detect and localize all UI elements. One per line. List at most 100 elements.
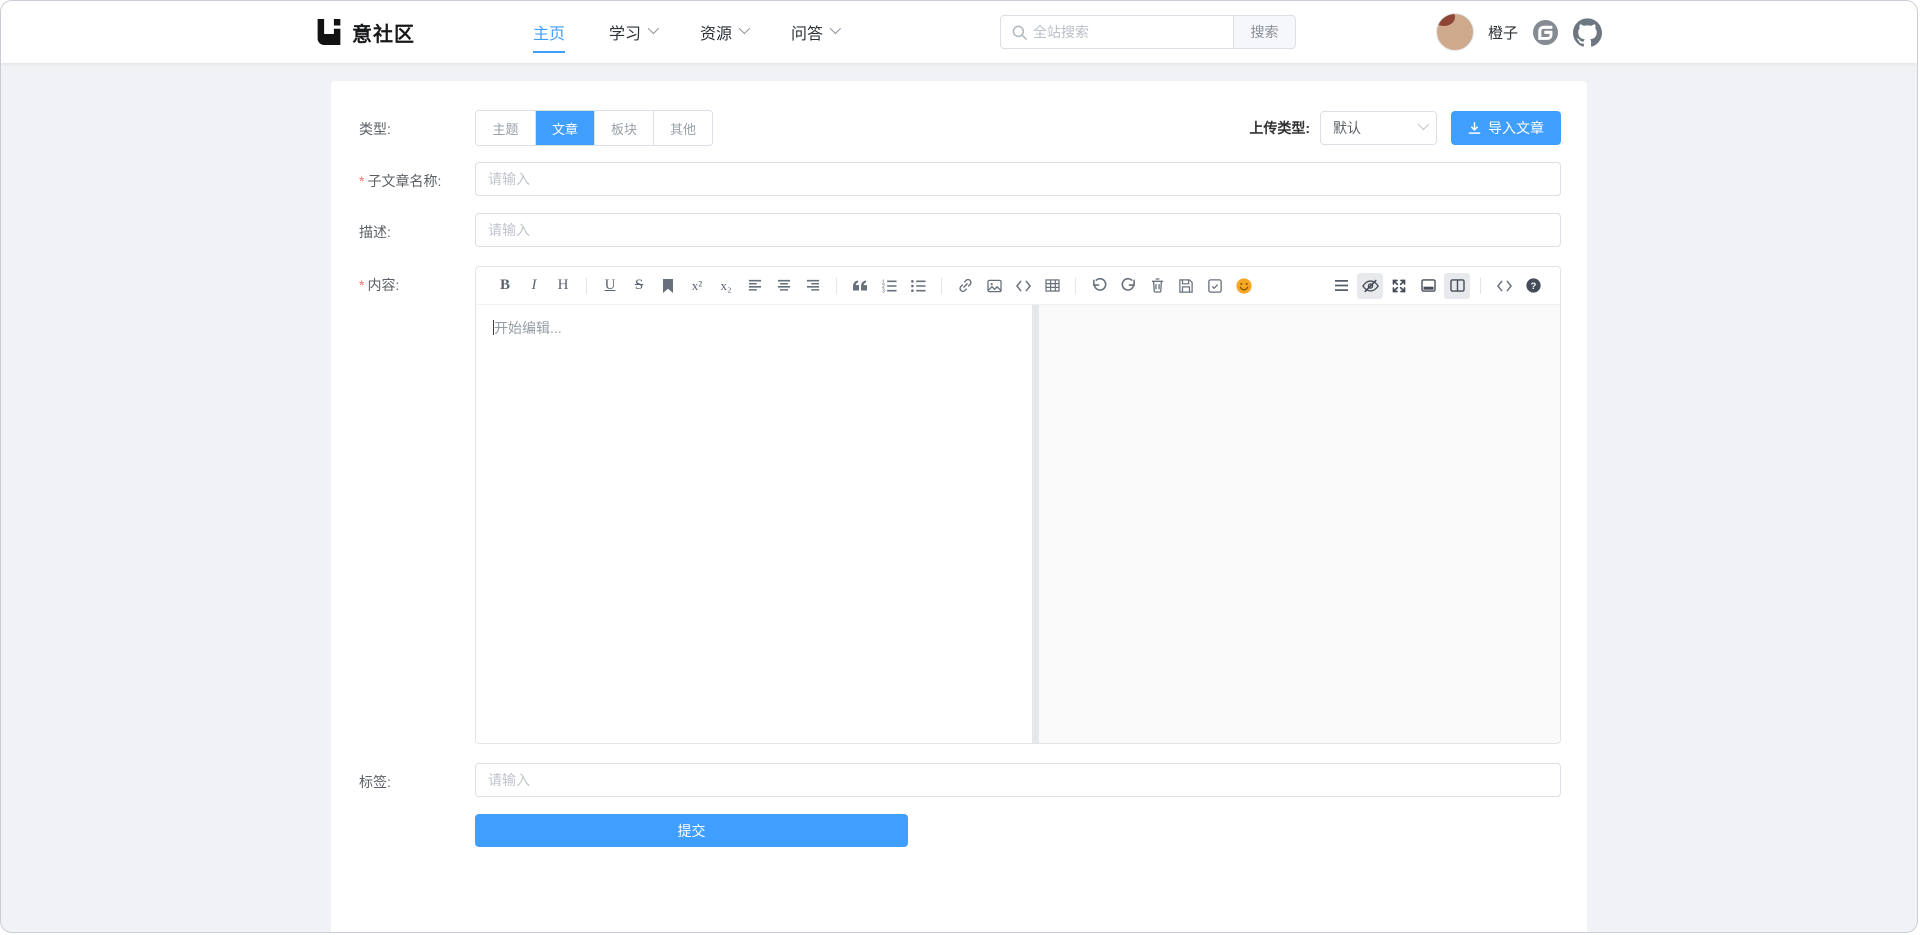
page: 意社区 主页 学习 资源 问答	[0, 0, 1918, 933]
link-icon[interactable]	[952, 273, 978, 299]
search-input[interactable]	[1027, 16, 1233, 48]
import-article-label: 导入文章	[1488, 118, 1544, 138]
main-nav: 主页 学习 资源 问答	[533, 1, 838, 63]
type-label: 类型:	[359, 110, 475, 146]
toolbar-divider	[1480, 278, 1481, 294]
code-theme-icon[interactable]	[1491, 273, 1517, 299]
nav-label: 学习	[609, 20, 641, 44]
publish-form-card: 类型: 主题 文章 板块 其他 上传类型: 默认	[331, 81, 1587, 933]
check-square-icon[interactable]	[1202, 273, 1228, 299]
required-asterisk: *	[359, 173, 364, 189]
chevron-down-icon	[1418, 119, 1429, 130]
user-block: 橙子	[1436, 13, 1602, 51]
user-name[interactable]: 橙子	[1488, 22, 1518, 43]
trash-icon[interactable]	[1144, 273, 1170, 299]
toolbar-divider	[941, 278, 942, 294]
editor-preview-pane	[1039, 305, 1561, 743]
strikethrough-icon[interactable]: S	[626, 273, 652, 299]
submit-button[interactable]: 提交	[475, 814, 908, 847]
gitee-icon[interactable]	[1532, 19, 1559, 46]
chevron-down-icon	[648, 23, 659, 34]
nav-label: 主页	[533, 20, 565, 44]
underline-icon[interactable]: U	[597, 273, 623, 299]
list-unordered-icon[interactable]	[905, 273, 931, 299]
undo-icon[interactable]	[1086, 273, 1112, 299]
label-text: 子文章名称:	[367, 173, 441, 189]
spacer	[359, 814, 475, 847]
split-view-icon[interactable]	[1444, 273, 1470, 299]
list-ordered-icon[interactable]: 123	[876, 273, 902, 299]
markdown-editor: BIHUSx²x₂ 123 ? 开始编辑...	[475, 266, 1561, 744]
label-text: 内容:	[367, 277, 399, 293]
toolbar-divider	[586, 278, 587, 294]
align-left-icon[interactable]	[742, 273, 768, 299]
type-option-topic[interactable]: 主题	[476, 111, 535, 145]
bold-icon[interactable]: B	[492, 273, 518, 299]
code-block-icon[interactable]	[1010, 273, 1036, 299]
nav-item-qa[interactable]: 问答	[791, 1, 838, 63]
tags-input[interactable]	[475, 763, 1561, 797]
tags-label: 标签:	[359, 763, 475, 797]
toolbar-divider	[836, 278, 837, 294]
content-label: *内容:	[359, 266, 475, 744]
type-option-other[interactable]: 其他	[653, 111, 712, 145]
help-icon[interactable]: ?	[1520, 273, 1546, 299]
github-icon[interactable]	[1573, 18, 1602, 47]
user-avatar[interactable]	[1436, 13, 1474, 51]
outline-icon[interactable]	[1328, 273, 1354, 299]
download-icon	[1468, 122, 1481, 135]
nav-label: 问答	[791, 20, 823, 44]
type-segmented-control: 主题 文章 板块 其他	[475, 110, 713, 146]
preview-toggle-icon[interactable]	[1357, 273, 1383, 299]
align-right-icon[interactable]	[800, 273, 826, 299]
table-icon[interactable]	[1039, 273, 1065, 299]
upload-type-select[interactable]: 默认	[1320, 111, 1437, 145]
toolbar-divider	[1075, 278, 1076, 294]
emoji-icon[interactable]	[1231, 273, 1257, 299]
toolbar-right-group: ?	[1328, 273, 1546, 299]
nav-label: 资源	[700, 20, 732, 44]
site-search: 搜索	[1000, 15, 1296, 49]
type-option-board[interactable]: 板块	[594, 111, 653, 145]
import-article-button[interactable]: 导入文章	[1451, 111, 1561, 145]
window-mode-icon[interactable]	[1415, 273, 1441, 299]
upload-type-label: 上传类型:	[1249, 118, 1310, 138]
upload-type-value: 默认	[1333, 118, 1361, 138]
brand-title: 意社区	[352, 18, 415, 47]
chevron-down-icon	[830, 23, 841, 34]
editor-split-handle[interactable]	[1032, 305, 1039, 743]
nav-item-home[interactable]: 主页	[533, 1, 565, 63]
redo-icon[interactable]	[1115, 273, 1141, 299]
editor-input-pane[interactable]: 开始编辑...	[476, 305, 1032, 743]
fullscreen-icon[interactable]	[1386, 273, 1412, 299]
brand[interactable]: 意社区	[316, 18, 415, 47]
heading-icon[interactable]: H	[550, 273, 576, 299]
toolbar-left-group: BIHUSx²x₂ 123	[492, 273, 1257, 299]
subscript-icon[interactable]: x₂	[713, 273, 739, 299]
mark-icon[interactable]	[655, 273, 681, 299]
search-icon	[1012, 25, 1027, 40]
type-option-article[interactable]: 文章	[535, 111, 594, 145]
active-underline	[533, 51, 565, 53]
svg-text:?: ?	[1530, 281, 1536, 291]
search-button[interactable]: 搜索	[1233, 15, 1295, 49]
quote-icon[interactable]	[847, 273, 873, 299]
description-label: 描述:	[359, 213, 475, 247]
sub-article-name-label: *子文章名称:	[359, 162, 475, 196]
nav-item-learn[interactable]: 学习	[609, 1, 656, 63]
align-center-icon[interactable]	[771, 273, 797, 299]
save-icon[interactable]	[1173, 273, 1199, 299]
nav-item-resources[interactable]: 资源	[700, 1, 747, 63]
editor-placeholder: 开始编辑...	[494, 320, 562, 336]
chevron-down-icon	[739, 23, 750, 34]
description-input[interactable]	[475, 213, 1561, 247]
sub-article-name-input[interactable]	[475, 162, 1561, 196]
italic-icon[interactable]: I	[521, 273, 547, 299]
top-navbar: 意社区 主页 学习 资源 问答	[1, 1, 1917, 63]
required-asterisk: *	[359, 277, 364, 293]
superscript-icon[interactable]: x²	[684, 273, 710, 299]
brand-logo-icon	[316, 19, 342, 45]
svg-text:3: 3	[882, 288, 885, 292]
editor-toolbar: BIHUSx²x₂ 123 ?	[476, 267, 1560, 305]
image-icon[interactable]	[981, 273, 1007, 299]
